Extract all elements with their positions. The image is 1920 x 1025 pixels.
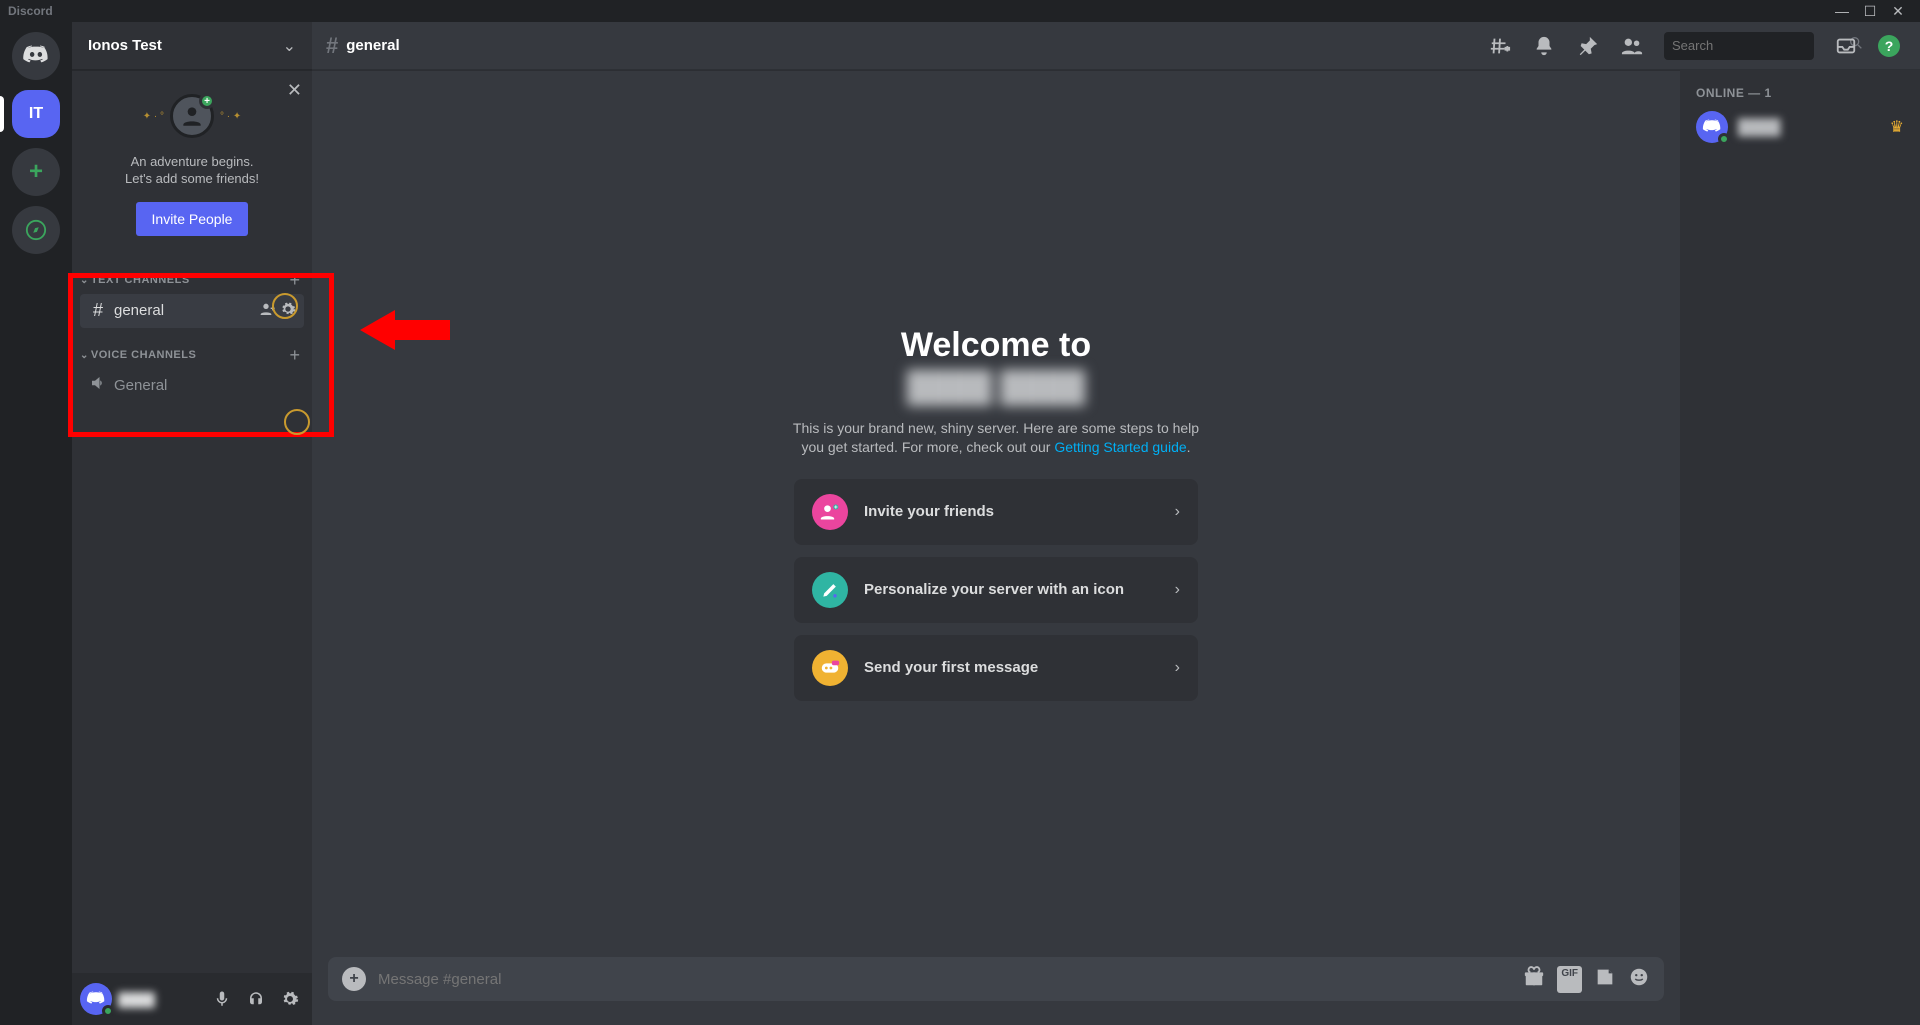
chevron-right-icon: › [1175,581,1180,599]
member-name: ████ [1738,119,1880,136]
deafen-button[interactable] [242,985,270,1013]
channel-title: general [346,37,399,54]
notifications-button[interactable] [1532,34,1556,58]
user-area: ████ [72,973,312,1025]
invite-card-line1: An adventure begins. [88,154,296,171]
invite-to-channel-icon[interactable] [260,301,276,320]
sticker-button[interactable] [1594,966,1616,993]
personalize-icon [812,572,848,608]
card-invite-friends[interactable]: Invite your friends › [794,479,1198,545]
chevron-down-icon: ⌄ [283,36,296,56]
add-voice-channel-button[interactable]: + [289,345,300,366]
channel-header: # general ? [312,22,1920,70]
server-name: Ionos Test [88,37,162,54]
invite-card: ✕ ✦ · ° + ° · ✦ An adventure begins. Let… [72,70,312,254]
window-maximize-button[interactable]: ☐ [1856,3,1884,20]
discord-logo-icon [22,42,50,70]
self-avatar[interactable] [80,983,112,1015]
caret-down-icon: ⌄ [80,350,89,361]
members-online-header: ONLINE — 1 [1688,86,1912,106]
channel-name: general [114,302,254,319]
channel-groups: ⌄TEXT CHANNELS + # general ⌄VOICE CHANNE… [72,254,312,973]
home-button[interactable] [12,32,60,80]
status-online-icon [1718,133,1730,145]
invite-people-button[interactable]: Invite People [136,202,249,236]
compass-icon [25,219,47,241]
getting-started-link[interactable]: Getting Started guide [1054,439,1186,455]
chevron-right-icon: › [1175,503,1180,521]
window-close-button[interactable]: ✕ [1884,3,1912,20]
plus-badge-icon: + [199,93,215,109]
self-username: ████ [118,992,202,1007]
feed: Welcome to ████ ████ This is your brand … [312,70,1680,1025]
invite-card-art: ✦ · ° + ° · ✦ [88,86,296,146]
voice-channel-name: General [114,377,296,394]
member-avatar [1696,111,1728,143]
card-first-message[interactable]: Send your first message › [794,635,1198,701]
voice-channel-general[interactable]: General [80,369,304,403]
first-message-icon [812,650,848,686]
welcome-blurb: This is your brand new, shiny server. He… [786,419,1206,457]
window-titlebar: Discord — ☐ ✕ [0,0,1920,22]
card-personalize-icon[interactable]: Personalize your server with an icon › [794,557,1198,623]
caret-down-icon: ⌄ [80,275,89,286]
welcome-title: Welcome to [901,326,1091,365]
user-settings-button[interactable] [276,985,304,1013]
message-composer[interactable]: + GIF [328,957,1664,1001]
inbox-button[interactable] [1834,34,1858,58]
search-box[interactable] [1664,32,1814,60]
emoji-button[interactable] [1628,966,1650,993]
close-icon[interactable]: ✕ [287,80,302,101]
main-area: # general ? Welcome to ████ ████ This is… [312,22,1920,1025]
gift-button[interactable] [1523,966,1545,993]
sparkle-icon: ° · ✦ [220,111,241,122]
welcome-panel: Welcome to ████ ████ This is your brand … [312,70,1680,957]
hash-icon: # [326,33,338,59]
text-channels-header[interactable]: ⌄TEXT CHANNELS + [72,254,312,293]
invite-friends-icon [812,494,848,530]
speaker-icon [88,374,108,397]
placeholder-avatar-icon: + [170,94,214,138]
pinned-messages-button[interactable] [1576,34,1600,58]
server-initials: IT [29,105,43,123]
explore-servers-button[interactable] [12,206,60,254]
text-channels-label: TEXT CHANNELS [91,274,190,286]
member-row[interactable]: ████ ♛ [1688,106,1912,148]
chevron-right-icon: › [1175,659,1180,677]
welcome-server-name: ████ ████ [907,371,1085,405]
channel-sidebar: Ionos Test ⌄ ✕ ✦ · ° + ° · ✦ An adventur… [72,22,312,1025]
status-online-icon [102,1005,114,1017]
channel-settings-icon[interactable] [280,301,296,320]
mute-mic-button[interactable] [208,985,236,1013]
add-server-button[interactable]: + [12,148,60,196]
card-label: Send your first message [864,659,1159,676]
card-label: Personalize your server with an icon [864,581,1159,598]
attach-button[interactable]: + [342,967,366,991]
channel-general[interactable]: # general [80,294,304,328]
window-minimize-button[interactable]: — [1828,3,1856,19]
member-list: ONLINE — 1 ████ ♛ [1680,70,1920,1025]
message-input[interactable] [378,971,1511,988]
welcome-blurb-tail: . [1187,439,1191,455]
voice-channels-label: VOICE CHANNELS [91,349,196,361]
server-rail: IT + [0,22,72,1025]
server-header[interactable]: Ionos Test ⌄ [72,22,312,70]
app-brand: Discord [8,4,53,18]
help-button[interactable]: ? [1878,35,1900,57]
add-text-channel-button[interactable]: + [289,270,300,291]
voice-channels-header[interactable]: ⌄VOICE CHANNELS + [72,329,312,368]
sparkle-icon: ✦ · ° [143,111,164,122]
search-input[interactable] [1672,38,1848,53]
member-list-button[interactable] [1620,34,1644,58]
invite-card-line2: Let's add some friends! [88,171,296,188]
card-label: Invite your friends [864,503,1159,520]
hash-icon: # [88,300,108,321]
server-icon-selected[interactable]: IT [12,90,60,138]
threads-button[interactable] [1488,34,1512,58]
server-owner-crown-icon: ♛ [1890,117,1904,137]
gif-button[interactable]: GIF [1557,966,1582,993]
